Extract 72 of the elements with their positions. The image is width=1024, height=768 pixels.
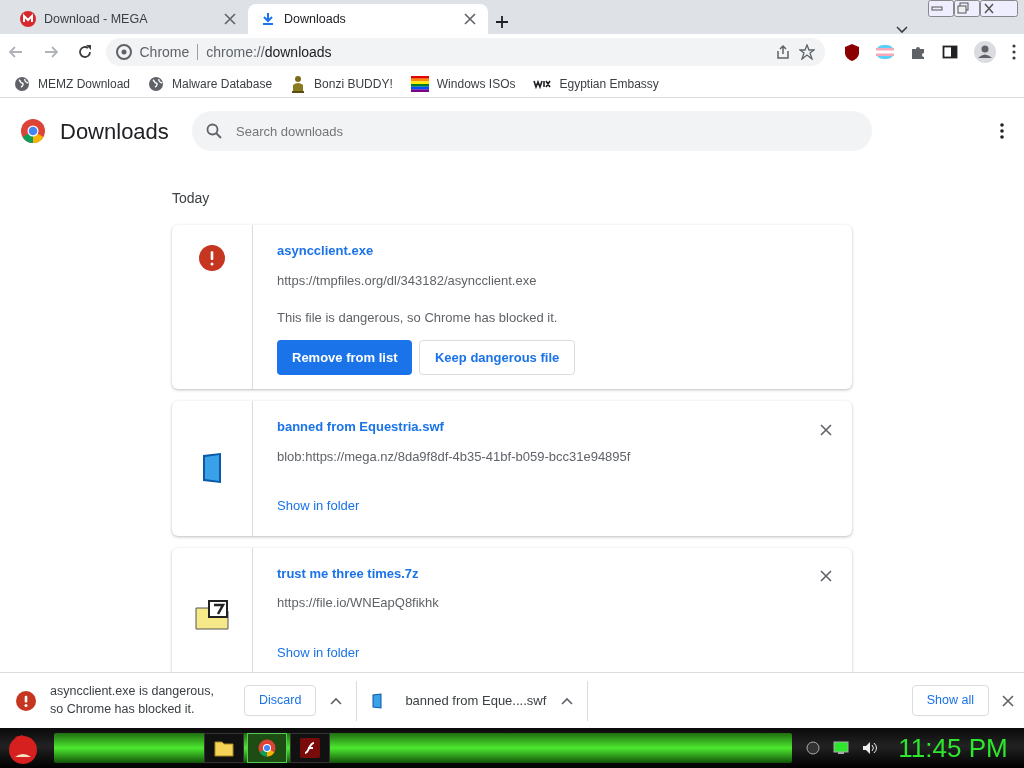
remove-button[interactable]: Remove from list bbox=[277, 339, 413, 375]
bookmark[interactable]: Malware Database bbox=[148, 74, 273, 93]
star-icon[interactable] bbox=[799, 44, 815, 60]
origin-label: Chrome bbox=[139, 42, 190, 62]
tray-icon[interactable] bbox=[805, 741, 820, 755]
clock: 11:45 PM bbox=[897, 731, 1009, 765]
page-title: Downloads bbox=[60, 117, 170, 146]
logo-icon bbox=[533, 78, 552, 89]
download-icon bbox=[260, 11, 276, 27]
file-url: https://tmpfiles.org/dl/343182/asyncclient.exe bbox=[277, 272, 537, 288]
keep-button[interactable]: Keep dangerous file bbox=[419, 339, 576, 375]
file-name-link[interactable]: asyncclient.exe bbox=[277, 243, 374, 258]
chrome-icon bbox=[258, 739, 276, 757]
section-heading: Today bbox=[172, 189, 211, 208]
file-url: blob:https://mega.nz/8da9f8df-4b35-41bf-b059-bcc31e94895f bbox=[277, 448, 631, 464]
menu-icon[interactable] bbox=[1012, 44, 1016, 60]
volume-icon[interactable] bbox=[861, 741, 878, 755]
caret-icon[interactable] bbox=[561, 696, 574, 705]
logo-icon bbox=[20, 11, 36, 27]
flash-icon bbox=[300, 738, 320, 758]
archive-icon bbox=[195, 599, 229, 630]
browser-tab[interactable]: Downloads bbox=[248, 4, 488, 34]
share-icon[interactable] bbox=[775, 44, 791, 60]
close-icon bbox=[464, 13, 476, 25]
show-all-button[interactable]: Show all bbox=[911, 685, 989, 716]
minimize-button[interactable] bbox=[927, 0, 954, 17]
warning-message: This file is dangerous, so Chrome has blocked it. bbox=[277, 310, 558, 325]
chrome-logo-icon bbox=[115, 44, 132, 60]
globe-icon bbox=[14, 75, 30, 92]
bookmark[interactable]: Windows ISOs bbox=[410, 74, 516, 93]
file-name-link[interactable]: banned from Equestria.swf bbox=[277, 419, 444, 434]
bookmark[interactable]: Bonzi BUDDY! bbox=[290, 74, 393, 93]
url-text: chrome://downloads bbox=[206, 42, 332, 62]
side-panel-icon[interactable] bbox=[942, 44, 958, 60]
more-icon[interactable] bbox=[1000, 123, 1004, 139]
file-url: https://file.io/WNEapQ8fikhk bbox=[277, 595, 439, 610]
network-icon[interactable] bbox=[832, 741, 849, 755]
restore-button[interactable] bbox=[953, 0, 980, 17]
reload-icon[interactable] bbox=[77, 44, 93, 60]
rainbow-flag-icon bbox=[410, 75, 429, 92]
taskbar-button[interactable] bbox=[290, 733, 330, 763]
chevron-down-icon[interactable] bbox=[896, 26, 908, 34]
close-button[interactable] bbox=[979, 0, 1018, 17]
close-icon bbox=[224, 13, 236, 25]
caret-icon[interactable] bbox=[330, 696, 343, 705]
show-in-folder-link[interactable]: Show in folder bbox=[277, 496, 360, 516]
figure-icon bbox=[290, 74, 307, 93]
close-icon[interactable] bbox=[1002, 694, 1014, 707]
discard-button[interactable]: Discard bbox=[244, 685, 317, 716]
file-icon bbox=[371, 692, 384, 709]
show-in-folder-link[interactable]: Show in folder bbox=[277, 642, 360, 662]
download-status: asyncclient.exe is dangerous, so Chrome has blocked it. bbox=[50, 683, 215, 718]
profile-icon[interactable] bbox=[974, 41, 996, 63]
chrome-logo-icon bbox=[20, 118, 46, 144]
warning-icon bbox=[16, 690, 36, 711]
warning-icon bbox=[199, 245, 225, 271]
file-icon bbox=[200, 452, 224, 485]
globe-icon bbox=[148, 75, 165, 92]
shield-icon[interactable] bbox=[844, 43, 860, 61]
bookmark[interactable]: MEMZ Download bbox=[14, 74, 131, 93]
browser-tab[interactable]: Download - MEGA bbox=[8, 4, 248, 34]
taskbar-button[interactable] bbox=[204, 733, 244, 763]
close-icon bbox=[820, 570, 832, 583]
file-name-link[interactable]: trust me three times.7z bbox=[277, 565, 419, 581]
download-name[interactable]: banned from Eque....swf bbox=[397, 690, 548, 711]
bookmark[interactable]: Egyptian Embassy bbox=[533, 74, 659, 93]
close-icon bbox=[820, 423, 832, 436]
plus-icon bbox=[494, 14, 509, 29]
folder-icon bbox=[214, 739, 234, 757]
address-bar[interactable]: Chrome chrome://downloads bbox=[105, 38, 825, 66]
search-icon bbox=[206, 123, 222, 139]
puzzle-icon[interactable] bbox=[910, 44, 926, 60]
